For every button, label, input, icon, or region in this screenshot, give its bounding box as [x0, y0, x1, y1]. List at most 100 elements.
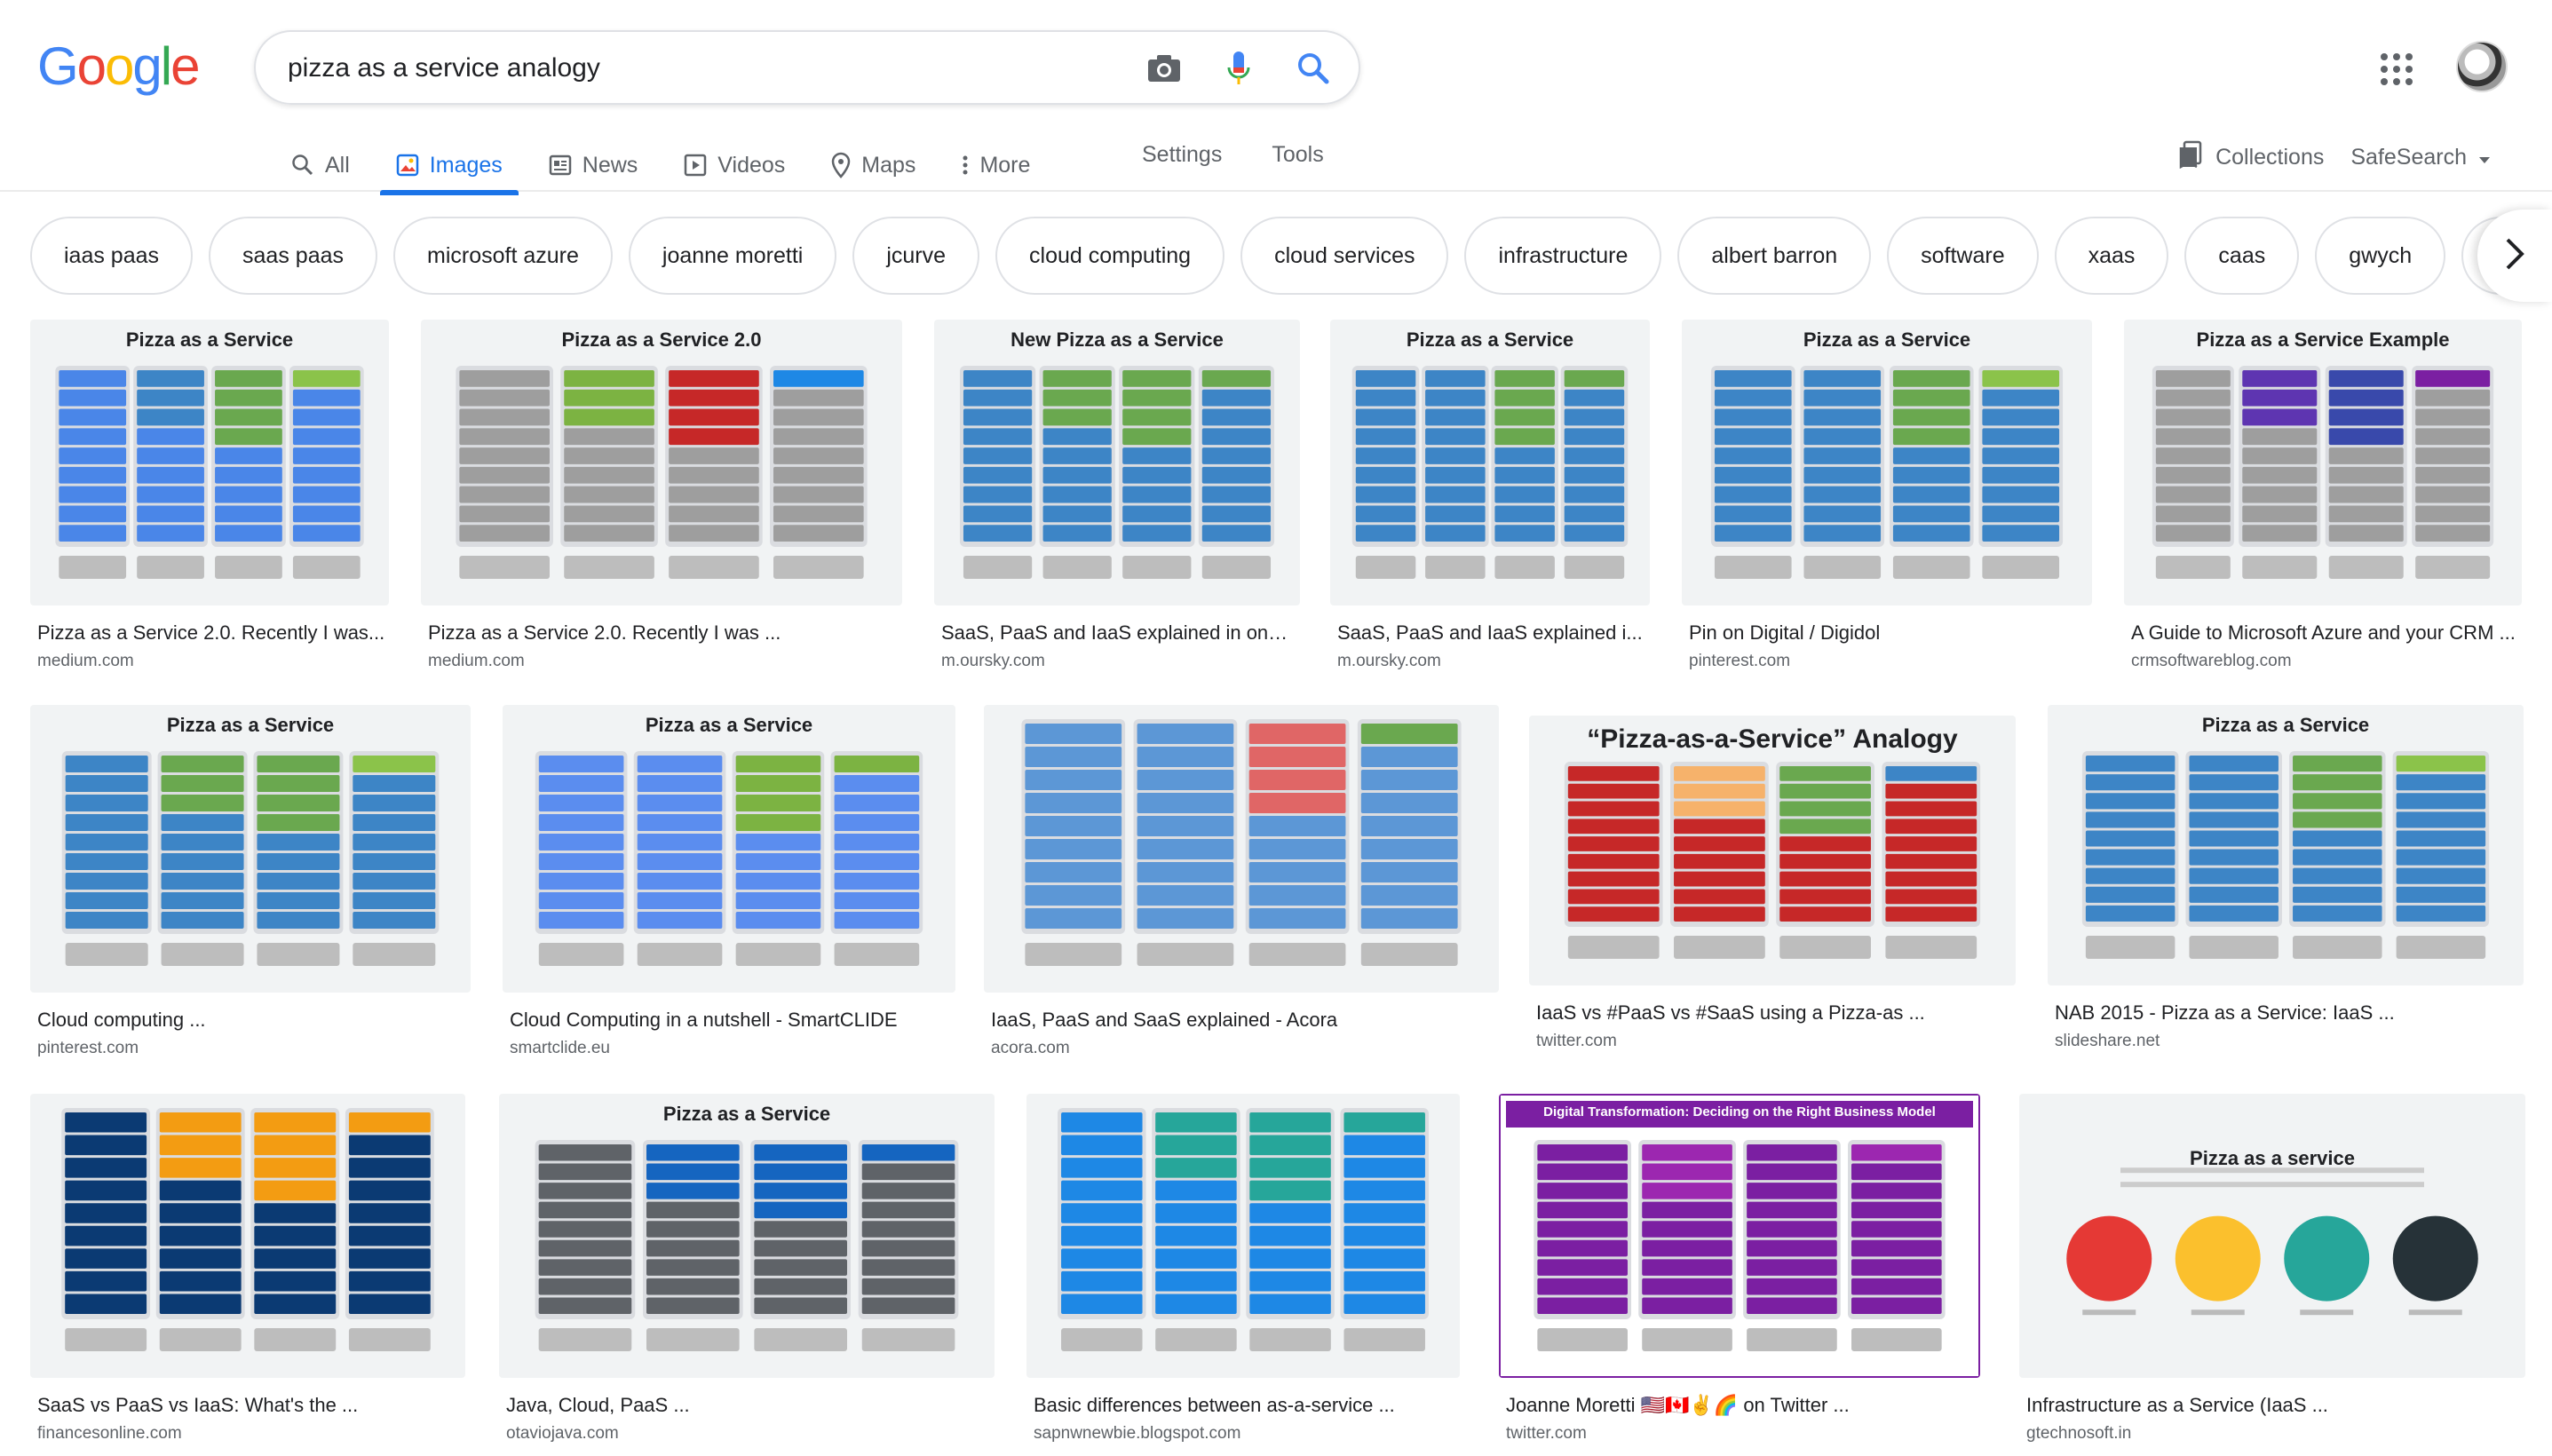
result-thumbnail[interactable]: Pizza as a service [2019, 1094, 2525, 1378]
thumbnail-title: Pizza as a Service 2.0 [561, 328, 762, 351]
tab-more[interactable]: More [955, 138, 1037, 192]
result-thumbnail[interactable]: Pizza as a Service [30, 320, 389, 605]
related-chip[interactable]: joanne moretti [628, 217, 837, 295]
thumbnail-title: Pizza as a Service [1803, 328, 1971, 351]
result-caption[interactable]: Basic differences between as-a-service .… [1034, 1394, 1458, 1417]
result-thumbnail[interactable]: Digital Transformation: Deciding on the … [1499, 1094, 1980, 1378]
result-caption[interactable]: SaaS vs PaaS vs IaaS: What's the ... [37, 1394, 464, 1417]
related-chip[interactable]: infrastructure [1464, 217, 1662, 295]
apps-grid-icon[interactable] [2376, 49, 2413, 85]
logo-letter: e [170, 36, 200, 96]
image-result[interactable]: SaaS vs PaaS vs IaaS: What's the ... fina… [30, 1094, 465, 1456]
tab-images[interactable]: Images [379, 138, 519, 195]
image-result[interactable]: Pizza as a Service Pin on Digital / Digid… [1682, 320, 2092, 685]
result-source: medium.com [428, 652, 525, 670]
thumbnail-title: Pizza as a Service [166, 714, 335, 736]
result-thumbnail[interactable]: Pizza as a Service [503, 705, 955, 993]
result-thumbnail[interactable] [30, 1094, 465, 1378]
result-caption[interactable]: A Guide to Microsoft Azure and your CRM … [2131, 621, 2520, 645]
result-caption[interactable]: NAB 2015 - Pizza as a Service: IaaS ... [2055, 1001, 2522, 1025]
result-caption[interactable]: SaaS, PaaS and IaaS explained in one ... [941, 621, 1298, 645]
result-source: crmsoftwareblog.com [2131, 652, 2292, 670]
thumbnail-title: Pizza as a Service [1406, 328, 1574, 351]
related-chip[interactable]: cloud computing [995, 217, 1225, 295]
image-result[interactable]: Pizza as a Service Cloud computing ... pin… [30, 705, 471, 1072]
image-result[interactable]: Pizza as a service Infrastructure as a Se… [2019, 1094, 2525, 1456]
related-chip[interactable]: saas paas [209, 217, 377, 295]
result-caption[interactable]: Joanne Moretti 🇺🇸🇨🇦✌️🌈 on Twitter ... [1506, 1394, 1978, 1417]
result-caption[interactable]: Infrastructure as a Service (IaaS ... [2026, 1394, 2524, 1417]
result-thumbnail[interactable] [984, 705, 1499, 993]
image-result[interactable]: Pizza as a Service SaaS, PaaS and IaaS ex… [1330, 320, 1650, 685]
result-source: medium.com [37, 652, 134, 670]
related-chip[interactable]: iaas paas [30, 217, 194, 295]
image-result[interactable]: Pizza as a Service Cloud Computing in a n… [503, 705, 955, 1072]
result-source: gtechnosoft.in [2026, 1424, 2132, 1443]
image-result[interactable]: Pizza as a Service NAB 2015 - Pizza as a … [2048, 705, 2524, 1065]
result-thumbnail[interactable]: Pizza as a Service 2.0 [421, 320, 902, 605]
result-caption[interactable]: Pizza as a Service 2.0. Recently I was .… [428, 621, 900, 645]
image-result[interactable]: New Pizza as a Service SaaS, PaaS and Iaa… [934, 320, 1300, 685]
result-caption[interactable]: IaaS, PaaS and SaaS explained - Acora [991, 1009, 1497, 1032]
settings-link[interactable]: Settings [1142, 142, 1222, 168]
result-caption[interactable]: Cloud computing ... [37, 1009, 469, 1032]
logo-letter: o [76, 36, 107, 96]
result-caption[interactable]: Pizza as a Service 2.0. Recently I was..… [37, 621, 387, 645]
collections-label: Collections [2215, 145, 2325, 170]
result-source: smartclide.eu [510, 1039, 610, 1057]
result-thumbnail[interactable]: New Pizza as a Service [934, 320, 1300, 605]
related-chip[interactable]: gwych [2315, 217, 2446, 295]
camera-icon[interactable] [1144, 48, 1185, 89]
collections-link[interactable]: Collections [2178, 140, 2324, 175]
result-caption[interactable]: Pin on Digital / Digidol [1689, 621, 2090, 645]
mic-icon[interactable] [1218, 48, 1259, 89]
tab-label: Videos [717, 152, 786, 178]
image-result[interactable]: IaaS, PaaS and SaaS explained - Acora aco… [984, 705, 1499, 1072]
result-caption[interactable]: Java, Cloud, PaaS ... [506, 1394, 993, 1417]
logo-letter: o [105, 36, 134, 96]
image-result[interactable]: Pizza as a Service Java, Cloud, PaaS ... o… [499, 1094, 995, 1456]
tab-maps[interactable]: Maps [824, 138, 923, 192]
safesearch-menu[interactable]: SafeSearch [2350, 145, 2490, 170]
result-thumbnail[interactable]: Pizza as a Service Example [2124, 320, 2522, 605]
tab-all[interactable]: All [284, 138, 357, 192]
image-result[interactable]: Pizza as a Service Example A Guide to Mic… [2124, 320, 2522, 685]
result-caption[interactable]: Cloud Computing in a nutshell - SmartCLI… [510, 1009, 954, 1032]
related-chip[interactable]: caas [2184, 217, 2300, 295]
image-result[interactable]: Digital Transformation: Deciding on the … [1499, 1094, 1980, 1456]
search-box[interactable]: pizza as a service analogy [254, 30, 1360, 105]
header: Google pizza as a service analogy All Im… [0, 0, 2552, 195]
tab-news[interactable]: News [542, 138, 646, 192]
related-chip[interactable]: albert barron [1677, 217, 1872, 295]
result-caption[interactable]: IaaS vs #PaaS vs #SaaS using a Pizza-as … [1536, 1001, 2014, 1025]
related-chip[interactable]: microsoft azure [393, 217, 613, 295]
result-source: acora.com [991, 1039, 1070, 1057]
thumbnail-title: Pizza as a Service [662, 1103, 831, 1125]
more-icon [962, 154, 969, 177]
image-result[interactable]: Pizza as a Service Pizza as a Service 2.0… [30, 320, 389, 685]
image-result[interactable]: “Pizza-as-a-Service” Analogy IaaS vs #Paa… [1529, 716, 2016, 1065]
result-thumbnail[interactable]: Pizza as a Service [30, 705, 471, 993]
avatar[interactable] [2456, 41, 2508, 92]
related-chip[interactable]: xaas [2054, 217, 2169, 295]
result-thumbnail[interactable]: Pizza as a Service [499, 1094, 995, 1378]
related-chip[interactable]: software [1887, 217, 2039, 295]
thumbnail-title: Digital Transformation: Deciding on the … [1543, 1104, 1936, 1120]
search-input[interactable]: pizza as a service analogy [288, 53, 600, 83]
logo-letter: g [132, 36, 162, 96]
result-thumbnail[interactable]: “Pizza-as-a-Service” Analogy [1529, 716, 2016, 985]
related-chip[interactable]: cloud services [1240, 217, 1449, 295]
related-chip[interactable]: jcurve [852, 217, 980, 295]
result-thumbnail[interactable]: Pizza as a Service [1682, 320, 2092, 605]
search-icon[interactable] [1293, 48, 1334, 89]
image-result[interactable]: Basic differences between as-a-service .… [1026, 1094, 1460, 1456]
result-thumbnail[interactable] [1026, 1094, 1460, 1378]
result-thumbnail[interactable]: Pizza as a Service [2048, 705, 2524, 985]
google-logo[interactable]: Google [37, 36, 201, 98]
result-caption[interactable]: SaaS, PaaS and IaaS explained i... [1337, 621, 1648, 645]
result-thumbnail[interactable]: Pizza as a Service [1330, 320, 1650, 605]
tab-videos[interactable]: Videos [677, 138, 792, 192]
thumbnail-title: “Pizza-as-a-Service” Analogy [1587, 724, 1958, 754]
image-result[interactable]: Pizza as a Service 2.0 Pizza as a Service… [421, 320, 902, 685]
tools-link[interactable]: Tools [1272, 142, 1323, 168]
